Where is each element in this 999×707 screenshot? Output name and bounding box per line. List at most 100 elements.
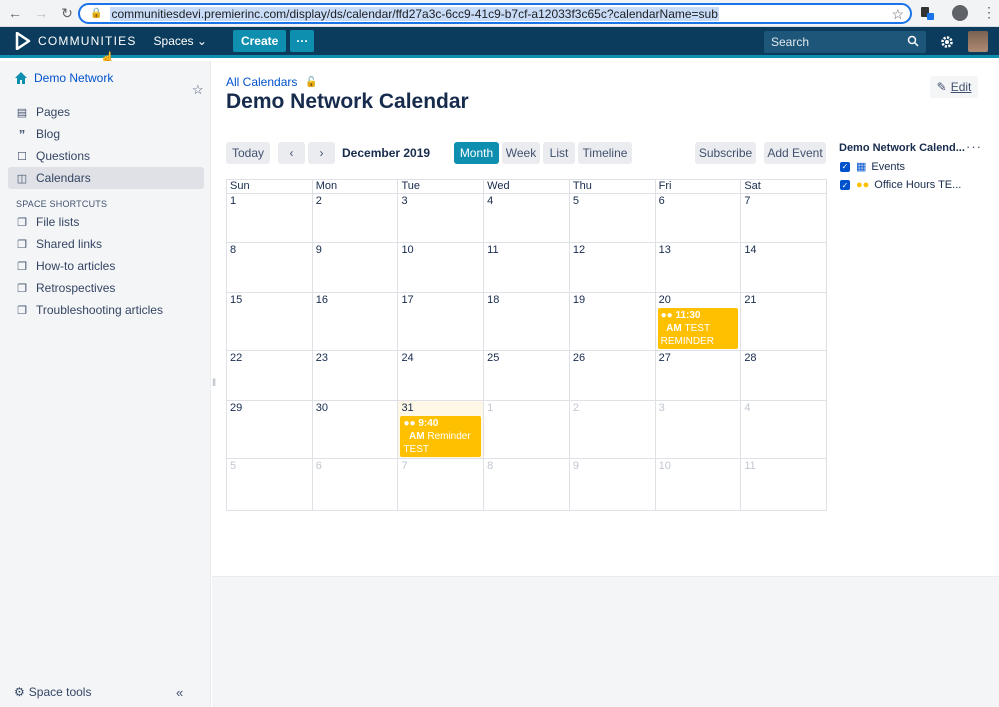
sidebar-item-calendars[interactable]: ◫ Calendars <box>8 167 204 189</box>
forward-icon[interactable]: → <box>30 2 52 24</box>
shortcut-item[interactable]: ❐ Shared links <box>8 233 204 255</box>
settings-gear-icon[interactable] <box>940 35 954 49</box>
back-icon[interactable]: ← <box>4 2 26 24</box>
calendar-day-cell[interactable]: 8 <box>484 459 570 511</box>
calendar-day-cell[interactable]: 25 <box>484 351 570 401</box>
subscribe-button[interactable]: Subscribe <box>695 142 756 164</box>
calendar-day-cell[interactable]: 30 <box>312 401 399 459</box>
calendar-day-cell[interactable]: 23 <box>312 351 399 401</box>
calendar-day-cell[interactable]: 11 <box>484 243 570 293</box>
shortcut-item[interactable]: ❐ Retrospectives <box>8 277 204 299</box>
favourite-star-icon[interactable]: ☆ <box>192 82 204 98</box>
today-button[interactable]: Today <box>226 142 270 164</box>
calendar-day-cell[interactable]: 5 <box>569 194 656 243</box>
people-icon: ●● <box>403 418 416 429</box>
more-create-button[interactable]: ··· <box>290 30 315 52</box>
address-bar[interactable]: 🔒 communitiesdevi.premierinc.com/display… <box>78 3 912 24</box>
profile-icon[interactable] <box>952 5 968 21</box>
edit-button[interactable]: ✎ Edit <box>930 76 978 98</box>
calendar-day-cell[interactable]: 26 <box>569 351 656 401</box>
calendar-day-cell[interactable]: 1 <box>484 401 570 459</box>
checkbox-checked-icon[interactable]: ✓ <box>840 161 850 172</box>
search-input[interactable]: Search <box>764 31 926 53</box>
next-month-button[interactable]: › <box>308 142 335 164</box>
calendar-day-cell[interactable]: 4 <box>484 194 570 243</box>
url-text: communitiesdevi.premierinc.com/display/d… <box>110 6 719 21</box>
view-timeline-button[interactable]: Timeline <box>578 142 632 164</box>
shortcut-item[interactable]: ❐ Troubleshooting articles <box>8 299 204 321</box>
calendar-day-cell[interactable]: 4 <box>741 401 828 459</box>
weekday-label: Sat <box>741 180 828 194</box>
shortcut-item[interactable]: ❐ File lists <box>8 211 204 233</box>
calendar-day-cell[interactable]: 13 <box>655 243 742 293</box>
calendar-day-cell[interactable]: 12 <box>569 243 656 293</box>
calendar-week-row: 1 2 3 4 5 6 7 <box>227 194 828 243</box>
calendar-day-cell[interactable]: 27 <box>655 351 742 401</box>
sidebar-item-blog[interactable]: ” Blog <box>8 123 204 145</box>
calendar-day-cell[interactable]: 15 <box>227 293 313 351</box>
create-button[interactable]: Create <box>232 30 287 52</box>
space-tools-button[interactable]: ⚙ Space tools <box>14 685 91 699</box>
view-week-button[interactable]: Week <box>502 142 540 164</box>
calendar-day-cell[interactable]: 9 <box>312 243 399 293</box>
calendar-day-cell[interactable]: 5 <box>227 459 313 511</box>
calendar-day-cell[interactable]: 6 <box>655 194 742 243</box>
collapse-sidebar-icon[interactable]: « <box>176 685 183 700</box>
calendar-toggle-events[interactable]: ✓ ▦ Events <box>840 160 905 173</box>
view-month-button[interactable]: Month <box>454 142 499 164</box>
people-icon: ●● <box>856 179 870 191</box>
calendar-toggle-office-hours[interactable]: ✓ ●● Office Hours TE... <box>840 179 961 191</box>
calendar-day-cell[interactable]: 6 <box>312 459 399 511</box>
calendar-day-cell[interactable]: 20 ●● 11:30 AM TEST REMINDER <box>655 293 742 351</box>
browser-menu-icon[interactable]: ⋮ <box>982 4 996 21</box>
calendar-day-cell[interactable]: 10 <box>398 243 485 293</box>
checkbox-checked-icon[interactable]: ✓ <box>840 180 850 190</box>
shortcut-label: File lists <box>36 215 80 229</box>
prev-month-button[interactable]: ‹ <box>278 142 305 164</box>
calendar-day-cell[interactable]: 8 <box>227 243 313 293</box>
calendar-day-cell[interactable]: 16 <box>312 293 399 351</box>
view-list-button[interactable]: List <box>543 142 575 164</box>
breadcrumb-all-calendars[interactable]: All Calendars <box>226 75 297 89</box>
calendar-day-cell[interactable]: 7 <box>398 459 485 511</box>
calendar-day-cell[interactable]: 31 ●● 9:40 AM Reminder TEST <box>398 401 485 459</box>
calendar-day-cell[interactable]: 11 <box>741 459 828 511</box>
calendar-day-cell[interactable]: 3 <box>398 194 485 243</box>
calendar-day-cell[interactable]: 17 <box>398 293 485 351</box>
calendar-day-cell[interactable]: 3 <box>655 401 742 459</box>
shortcut-item[interactable]: ❐ How-to articles <box>8 255 204 277</box>
calendar-day-cell[interactable]: 19 <box>569 293 656 351</box>
add-event-button[interactable]: Add Event <box>764 142 826 164</box>
sidebar-item-questions[interactable]: ☐ Questions <box>8 145 204 167</box>
calendar-day-cell[interactable]: 10 <box>655 459 742 511</box>
calendar-day-cell[interactable]: 18 <box>484 293 570 351</box>
sidebar-item-pages[interactable]: ▤ Pages <box>8 101 204 123</box>
calendar-day-cell[interactable]: 21 <box>741 293 828 351</box>
calendar-event[interactable]: ●● 9:40 AM Reminder TEST <box>400 416 482 457</box>
panel-more-icon[interactable]: ··· <box>966 139 982 154</box>
communities-logo[interactable]: COMMUNITIES <box>14 32 137 50</box>
calendar-day-cell[interactable]: 22 <box>227 351 313 401</box>
spaces-menu[interactable]: Spaces ⌄ <box>150 31 211 51</box>
shortcut-label: How-to articles <box>36 259 116 273</box>
sidebar-resize-handle[interactable]: ‖ <box>212 378 216 389</box>
calendar-day-cell[interactable]: 9 <box>569 459 656 511</box>
calendar-day-cell[interactable]: 28 <box>741 351 828 401</box>
calendar-day-cell[interactable]: 2 <box>312 194 399 243</box>
sidebar-nav: ▤ Pages ” Blog ☐ Questions ◫ Calendars <box>8 101 204 189</box>
calendar-event[interactable]: ●● 11:30 AM TEST REMINDER <box>657 308 739 349</box>
space-name-link[interactable]: Demo Network <box>14 71 113 85</box>
calendar-day-cell[interactable]: 29 <box>227 401 313 459</box>
reload-icon[interactable]: ↻ <box>56 2 78 24</box>
user-avatar[interactable] <box>968 31 988 52</box>
calendar-day-cell[interactable]: 24 <box>398 351 485 401</box>
calendar-day-cell[interactable]: 2 <box>569 401 656 459</box>
extension-icon[interactable] <box>920 6 934 20</box>
bookmark-star-icon[interactable]: ☆ <box>891 6 904 23</box>
calendar-day-cell[interactable]: 7 <box>741 194 828 243</box>
calendar-day-cell[interactable]: 14 <box>741 243 828 293</box>
unlock-icon[interactable]: 🔓 <box>305 77 317 88</box>
calendar-panel-title[interactable]: Demo Network Calend... <box>839 142 965 154</box>
day-number: 7 <box>401 460 408 472</box>
calendar-day-cell[interactable]: 1 <box>227 194 313 243</box>
